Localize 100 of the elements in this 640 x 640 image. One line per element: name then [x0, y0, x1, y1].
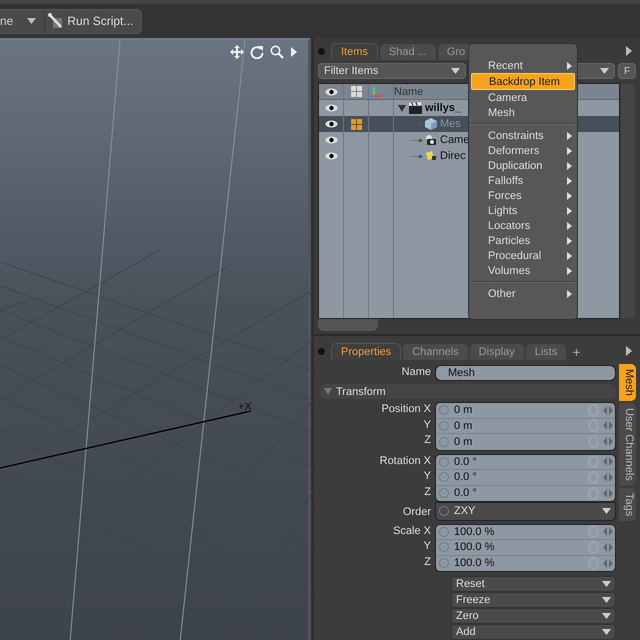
scrollbar[interactable]	[621, 84, 635, 318]
lamp-icon	[425, 150, 437, 162]
expand-arrow-icon[interactable]	[398, 104, 406, 112]
menu-item[interactable]: Duplication	[471, 158, 575, 173]
more-arrow-icon[interactable]	[626, 46, 632, 56]
value-field[interactable]: 0 m	[454, 436, 588, 448]
keyframe-button[interactable]	[439, 405, 449, 416]
spin-arrows-icon[interactable]	[603, 558, 613, 568]
panel-tab[interactable]: Channels	[403, 344, 468, 360]
eye-icon[interactable]	[324, 88, 338, 96]
submenu-arrow-icon	[567, 62, 572, 70]
keyframe-button[interactable]	[439, 488, 449, 498]
play-arrow-icon[interactable]	[290, 46, 298, 58]
run-script-button[interactable]: Run Script...	[44, 10, 142, 32]
expand-arrow-icon[interactable]	[324, 388, 332, 395]
keyframe-button[interactable]	[439, 420, 449, 431]
side-tab[interactable]: Mesh	[619, 364, 636, 401]
field-label: Z	[423, 433, 432, 448]
action-dropdown[interactable]: Reset	[451, 576, 616, 592]
field-label: Order	[402, 505, 432, 520]
more-arrow-icon[interactable]	[626, 346, 632, 356]
keyframe-button[interactable]	[439, 558, 449, 568]
caret-icon	[600, 68, 609, 74]
eye-icon[interactable]	[324, 120, 338, 128]
menu-item[interactable]: Procedural	[471, 248, 575, 263]
section-header[interactable]: Transform	[320, 384, 616, 399]
ring-icon	[588, 419, 599, 432]
axes-icon[interactable]	[369, 86, 381, 98]
search-icon[interactable]	[270, 45, 284, 59]
field-label: Y	[422, 469, 432, 484]
panel-dot-icon[interactable]	[318, 48, 325, 54]
dropdown-caret-icon[interactable]	[27, 18, 36, 24]
ring-icon	[588, 540, 599, 554]
menu-item[interactable]: Volumes	[471, 263, 575, 278]
spin-arrows-icon[interactable]	[603, 457, 613, 466]
value-field[interactable]: 0.0 °	[454, 471, 588, 484]
item-name: Mes	[440, 118, 461, 130]
scrollbar[interactable]	[318, 319, 378, 331]
spin-arrows-icon[interactable]	[603, 472, 613, 482]
menu-item[interactable]: Camera	[471, 90, 575, 105]
caret-icon	[602, 613, 611, 619]
name-field[interactable]: Mesh	[435, 364, 616, 380]
value-field[interactable]: 0 m	[454, 404, 588, 416]
keyframe-button[interactable]	[439, 472, 449, 482]
spin-arrows-icon[interactable]	[603, 421, 613, 430]
item-name: Came	[440, 134, 470, 146]
move-icon[interactable]	[230, 45, 244, 59]
menu-item[interactable]: Falloffs	[471, 173, 575, 188]
caret-icon	[602, 629, 611, 635]
value-field[interactable]: 100.0 %	[454, 557, 588, 570]
filter-button[interactable]: F	[618, 63, 636, 79]
side-tab[interactable]: Tags	[619, 488, 636, 521]
toolbar-label[interactable]: ne	[0, 14, 28, 28]
eye-icon[interactable]	[324, 104, 338, 112]
menu-item[interactable]: Lights	[471, 203, 575, 218]
add-tab-button[interactable]: +	[568, 344, 585, 360]
panel-tab[interactable]: Items	[331, 43, 378, 60]
camera-icon	[425, 134, 437, 146]
keyframe-button[interactable]	[439, 526, 449, 537]
filter-dropdown[interactable]: Filter Items	[318, 63, 466, 79]
menu-item[interactable]: Locators	[471, 218, 575, 233]
spin-arrows-icon[interactable]	[603, 488, 613, 498]
spin-arrows-icon[interactable]	[603, 527, 613, 536]
action-dropdown[interactable]: Zero	[451, 608, 616, 624]
panel-tab[interactable]: Properties	[331, 343, 402, 360]
menu-item[interactable]: Other	[471, 286, 575, 301]
value-field[interactable]: 0 m	[454, 420, 588, 432]
ring-icon	[588, 470, 599, 484]
field-label: Position X	[380, 402, 432, 417]
action-dropdown[interactable]: Add	[451, 624, 616, 640]
keyframe-button[interactable]	[439, 542, 449, 552]
menu-item[interactable]: Deformers	[471, 143, 575, 158]
side-tab[interactable]: User Channels	[619, 402, 636, 486]
spin-arrows-icon[interactable]	[603, 437, 613, 446]
eye-icon[interactable]	[324, 152, 338, 160]
value-field[interactable]: 100.0 %	[454, 541, 588, 554]
eye-icon[interactable]	[324, 136, 338, 144]
grid-icon[interactable]	[350, 86, 362, 97]
rotate-icon[interactable]	[250, 45, 264, 59]
spin-arrows-icon[interactable]	[603, 542, 613, 552]
menu-item[interactable]: Particles	[471, 233, 575, 248]
clapperboard-icon	[409, 102, 422, 114]
menu-item[interactable]: Forces	[471, 188, 575, 203]
value-field[interactable]: 100.0 %	[454, 526, 588, 538]
keyframe-button[interactable]	[439, 456, 449, 467]
value-field[interactable]: 0.0 °	[454, 456, 588, 468]
caret-icon	[451, 68, 460, 74]
menu-item[interactable]: Backdrop Item	[471, 73, 575, 90]
panel-tab[interactable]: Shad ...	[380, 44, 436, 60]
menu-item[interactable]: Recent	[471, 58, 575, 73]
spin-arrows-icon[interactable]	[603, 406, 613, 415]
column-header[interactable]: Name	[394, 86, 424, 98]
keyframe-button[interactable]	[439, 436, 449, 447]
value-field[interactable]: 0.0 °	[454, 487, 588, 500]
section-title: Transform	[336, 386, 386, 398]
panel-tab[interactable]: Lists	[526, 344, 566, 360]
panel-tab[interactable]: Display	[470, 344, 524, 360]
panel-dot-icon[interactable]	[318, 348, 325, 354]
keyframe-button[interactable]	[439, 506, 449, 516]
action-dropdown[interactable]: Freeze	[451, 592, 616, 608]
